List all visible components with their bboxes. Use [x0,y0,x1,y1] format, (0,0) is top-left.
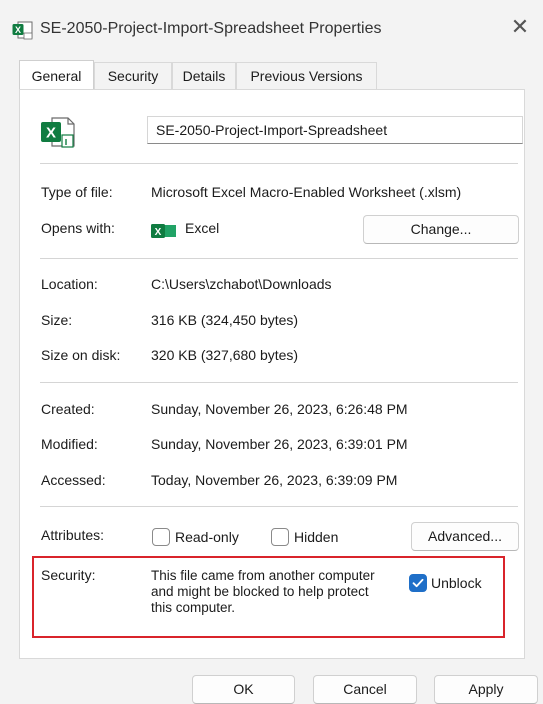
svg-text:X: X [155,227,162,238]
size-label: Size: [41,312,73,328]
location-label: Location: [41,276,98,292]
separator [40,258,518,259]
read-only-checkbox[interactable] [152,528,170,546]
change-button[interactable]: Change... [363,215,519,244]
size-on-disk-value: 320 KB (327,680 bytes) [151,347,299,363]
attributes-label: Attributes: [41,527,105,543]
ok-button[interactable]: OK [192,675,295,704]
size-value: 316 KB (324,450 bytes) [151,312,299,328]
type-label: Type of file: [41,184,113,200]
created-label: Created: [41,401,95,417]
accessed-value: Today, November 26, 2023, 6:39:09 PM [151,472,398,488]
svg-text:X: X [46,125,56,142]
close-icon[interactable]: ✕ [507,14,533,40]
read-only-label: Read-only [175,529,239,545]
security-message: This file came from another computer and… [151,568,375,615]
opens-with-value: Excel [185,220,220,236]
hidden-checkbox[interactable] [271,528,289,546]
cancel-button[interactable]: Cancel [313,675,417,704]
separator [40,506,518,507]
accessed-label: Accessed: [41,472,106,488]
tab-general[interactable]: General [19,60,94,89]
window-title: SE-2050-Project-Import-Spreadsheet Prope… [40,20,382,37]
tab-previous-versions[interactable]: Previous Versions [236,62,377,90]
separator [40,382,518,383]
unblock-checkbox[interactable] [409,574,427,592]
advanced-button[interactable]: Advanced... [411,522,519,551]
hidden-label: Hidden [294,529,339,545]
excel-icon: X [151,223,177,239]
type-value: Microsoft Excel Macro-Enabled Worksheet … [151,184,462,200]
separator [40,163,518,164]
title-bar: X SE-2050-Project-Import-Spreadsheet Pro… [0,0,543,54]
modified-value: Sunday, November 26, 2023, 6:39:01 PM [151,436,408,452]
excel-file-icon: X [12,20,34,40]
checkmark-icon [412,578,424,588]
unblock-label: Unblock [431,575,482,591]
security-label: Security: [41,567,96,583]
svg-text:X: X [15,25,21,35]
excel-file-icon: X [40,115,76,149]
file-name-field[interactable] [147,116,523,144]
tab-details[interactable]: Details [172,62,236,90]
tab-security[interactable]: Security [94,62,172,90]
size-on-disk-label: Size on disk: [41,347,121,363]
location-value: C:\Users\zchabot\Downloads [151,276,332,292]
modified-label: Modified: [41,436,98,452]
created-value: Sunday, November 26, 2023, 6:26:48 PM [151,401,408,417]
apply-button[interactable]: Apply [434,675,538,704]
opens-with-label: Opens with: [41,220,115,236]
